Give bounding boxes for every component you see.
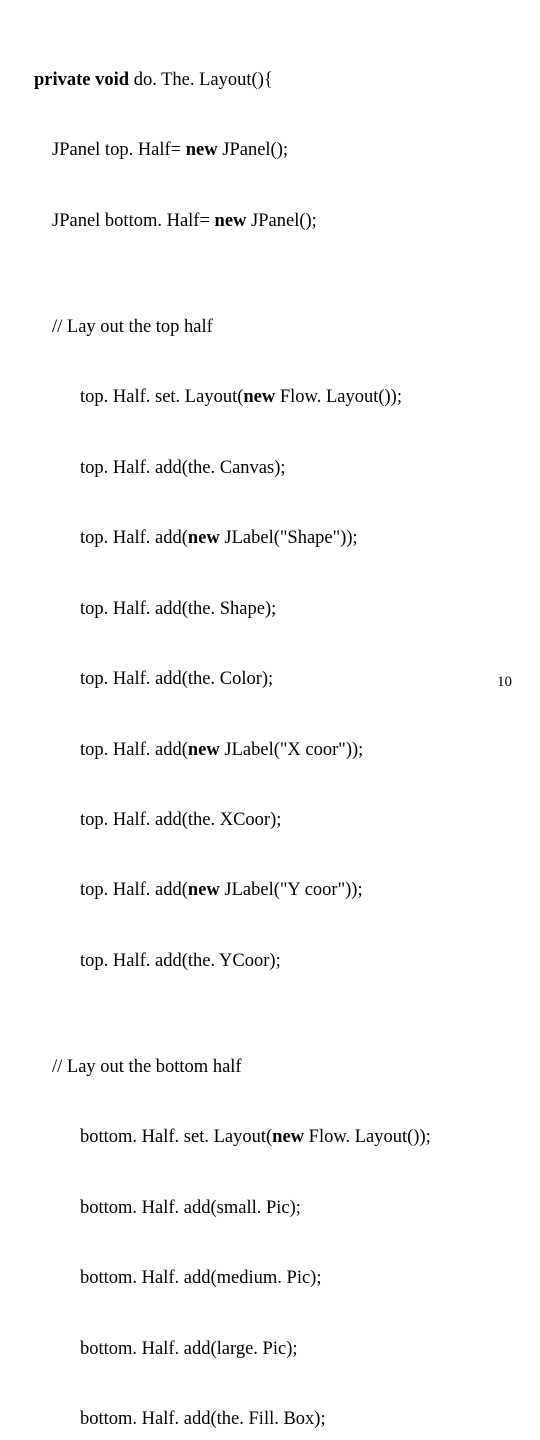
kw-new: new — [188, 528, 225, 548]
kw-new: new — [243, 387, 280, 407]
method-signature: private void do. The. Layout(){ — [34, 69, 540, 92]
method-name: do. The. Layout(){ — [134, 70, 273, 90]
stmt: top. Half. add(the. Shape); — [80, 598, 540, 621]
stmt: top. Half. add(new JLabel("Shape")); — [80, 527, 540, 550]
stmt: top. Half. add(the. YCoor); — [80, 950, 540, 973]
stmt: bottom. Half. add(medium. Pic); — [80, 1267, 540, 1290]
decl-top-half: JPanel top. Half= new JPanel(); — [52, 139, 540, 162]
kw-new: new — [215, 211, 252, 231]
stmt: bottom. Half. add(large. Pic); — [80, 1338, 540, 1361]
stmt: top. Half. add(the. Color); — [80, 668, 540, 691]
stmt: top. Half. set. Layout(new Flow. Layout(… — [80, 386, 540, 409]
kw-private-void: private void — [34, 70, 134, 90]
kw-new: new — [188, 880, 225, 900]
stmt: bottom. Half. add(small. Pic); — [80, 1197, 540, 1220]
kw-new: new — [188, 740, 225, 760]
kw-new: new — [272, 1127, 309, 1147]
stmt: top. Half. add(new JLabel("X coor")); — [80, 739, 540, 762]
stmt: bottom. Half. add(the. Fill. Box); — [80, 1408, 540, 1431]
page-number: 10 — [497, 673, 512, 692]
stmt: bottom. Half. set. Layout(new Flow. Layo… — [80, 1126, 540, 1149]
stmt: top. Half. add(the. Canvas); — [80, 457, 540, 480]
kw-new: new — [186, 140, 223, 160]
stmt: top. Half. add(the. XCoor); — [80, 809, 540, 832]
comment-top: // Lay out the top half — [52, 316, 540, 339]
comment-bottom: // Lay out the bottom half — [52, 1056, 540, 1079]
stmt: top. Half. add(new JLabel("Y coor")); — [80, 879, 540, 902]
code-listing: private void do. The. Layout(){ JPanel t… — [34, 22, 540, 1440]
decl-bottom-half: JPanel bottom. Half= new JPanel(); — [52, 210, 540, 233]
